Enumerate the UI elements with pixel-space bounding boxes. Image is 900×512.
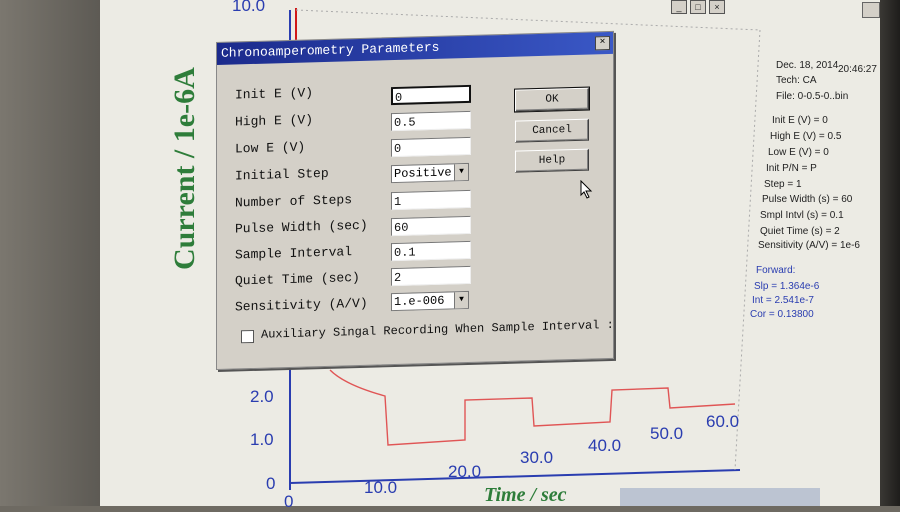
init-e-label: Init E (V) <box>235 85 314 103</box>
forward-title: Forward: <box>756 265 796 276</box>
info-param: Step = 1 <box>764 179 802 190</box>
x-tick: 0 <box>284 492 294 511</box>
sensitivity-value: 1.e-006 <box>394 293 445 310</box>
forward-correlation: Cor = 0.13800 <box>750 309 814 320</box>
info-param: Smpl Intvl (s) = 0.1 <box>760 210 844 221</box>
info-date: Dec. 18, 2014 <box>776 60 839 71</box>
y-tick: 0 <box>266 474 276 493</box>
high-e-input[interactable]: 0.5 <box>391 110 471 132</box>
x-tick: 60.0 <box>706 412 740 431</box>
aux-recording-label: Auxiliary Singal Recording When Sample I… <box>261 317 614 342</box>
aux-recording-checkbox[interactable] <box>241 329 254 344</box>
sample-interval-label: Sample Interval <box>235 244 353 263</box>
init-e-input[interactable]: 0 <box>391 84 471 106</box>
taskbar <box>620 488 820 506</box>
info-param: Quiet Time (s) = 2 <box>760 226 840 237</box>
cancel-button[interactable]: Cancel <box>515 118 589 143</box>
high-e-label: High E (V) <box>235 112 314 130</box>
y-axis-label: Current / 1e-6A <box>168 67 201 270</box>
quiet-time-input[interactable]: 2 <box>391 265 471 287</box>
x-axis <box>289 469 741 484</box>
help-button[interactable]: Help <box>515 148 589 173</box>
pulse-width-label: Pulse Width (sec) <box>235 217 368 237</box>
initial-step-select[interactable]: Positive ▼ <box>391 162 469 184</box>
dialog-title: Chronoamperometry Parameters <box>221 39 440 61</box>
x-tick: 20.0 <box>448 462 482 481</box>
ok-button[interactable]: OK <box>514 86 590 113</box>
info-param: Pulse Width (s) = 60 <box>762 194 853 205</box>
x-tick: 40.0 <box>588 436 622 455</box>
x-tick: 30.0 <box>520 448 554 467</box>
info-param: Sensitivity (A/V) = 1e-6 <box>758 240 860 251</box>
num-steps-input[interactable]: 1 <box>391 189 471 211</box>
x-axis-label: Time / sec <box>484 484 567 506</box>
chronoamperometry-dialog: Chronoamperometry Parameters × Init E (V… <box>216 30 614 371</box>
forward-slope: Slp = 1.364e-6 <box>754 281 820 292</box>
mouse-cursor-icon <box>580 180 593 199</box>
initial-step-label: Initial Step <box>235 165 329 184</box>
info-file: File: 0-0.5-0..bin <box>776 91 849 102</box>
forward-intercept: Int = 2.541e-7 <box>752 295 814 306</box>
y-tick: 2.0 <box>250 387 274 406</box>
quiet-time-label: Quiet Time (sec) <box>235 269 360 289</box>
x-tick: 50.0 <box>650 424 684 443</box>
sample-interval-input[interactable]: 0.1 <box>391 240 471 262</box>
info-param: Low E (V) = 0 <box>768 147 829 158</box>
sensitivity-select[interactable]: 1.e-006 ▼ <box>391 290 469 312</box>
info-param: Init P/N = P <box>766 163 817 174</box>
y-tick: 1.0 <box>250 430 274 449</box>
info-tech: Tech: CA <box>776 75 817 86</box>
num-steps-label: Number of Steps <box>235 192 353 211</box>
initial-step-value: Positive <box>394 165 452 182</box>
sensitivity-label: Sensitivity (A/V) <box>235 295 368 315</box>
chevron-down-icon[interactable]: ▼ <box>454 163 468 181</box>
low-e-input[interactable]: 0 <box>391 136 471 158</box>
low-e-label: Low E (V) <box>235 139 306 157</box>
grid-top <box>295 9 761 31</box>
x-tick: 10.0 <box>364 478 398 497</box>
info-param: Init E (V) = 0 <box>772 115 828 126</box>
chevron-down-icon[interactable]: ▼ <box>454 291 468 309</box>
dialog-close-icon[interactable]: × <box>595 35 610 51</box>
grid-right <box>734 29 761 471</box>
pulse-width-input[interactable]: 60 <box>391 215 471 237</box>
info-time: 20:46:27 <box>838 64 877 75</box>
info-param: High E (V) = 0.5 <box>770 131 842 142</box>
y-tick-top: 10.0 <box>232 0 266 15</box>
